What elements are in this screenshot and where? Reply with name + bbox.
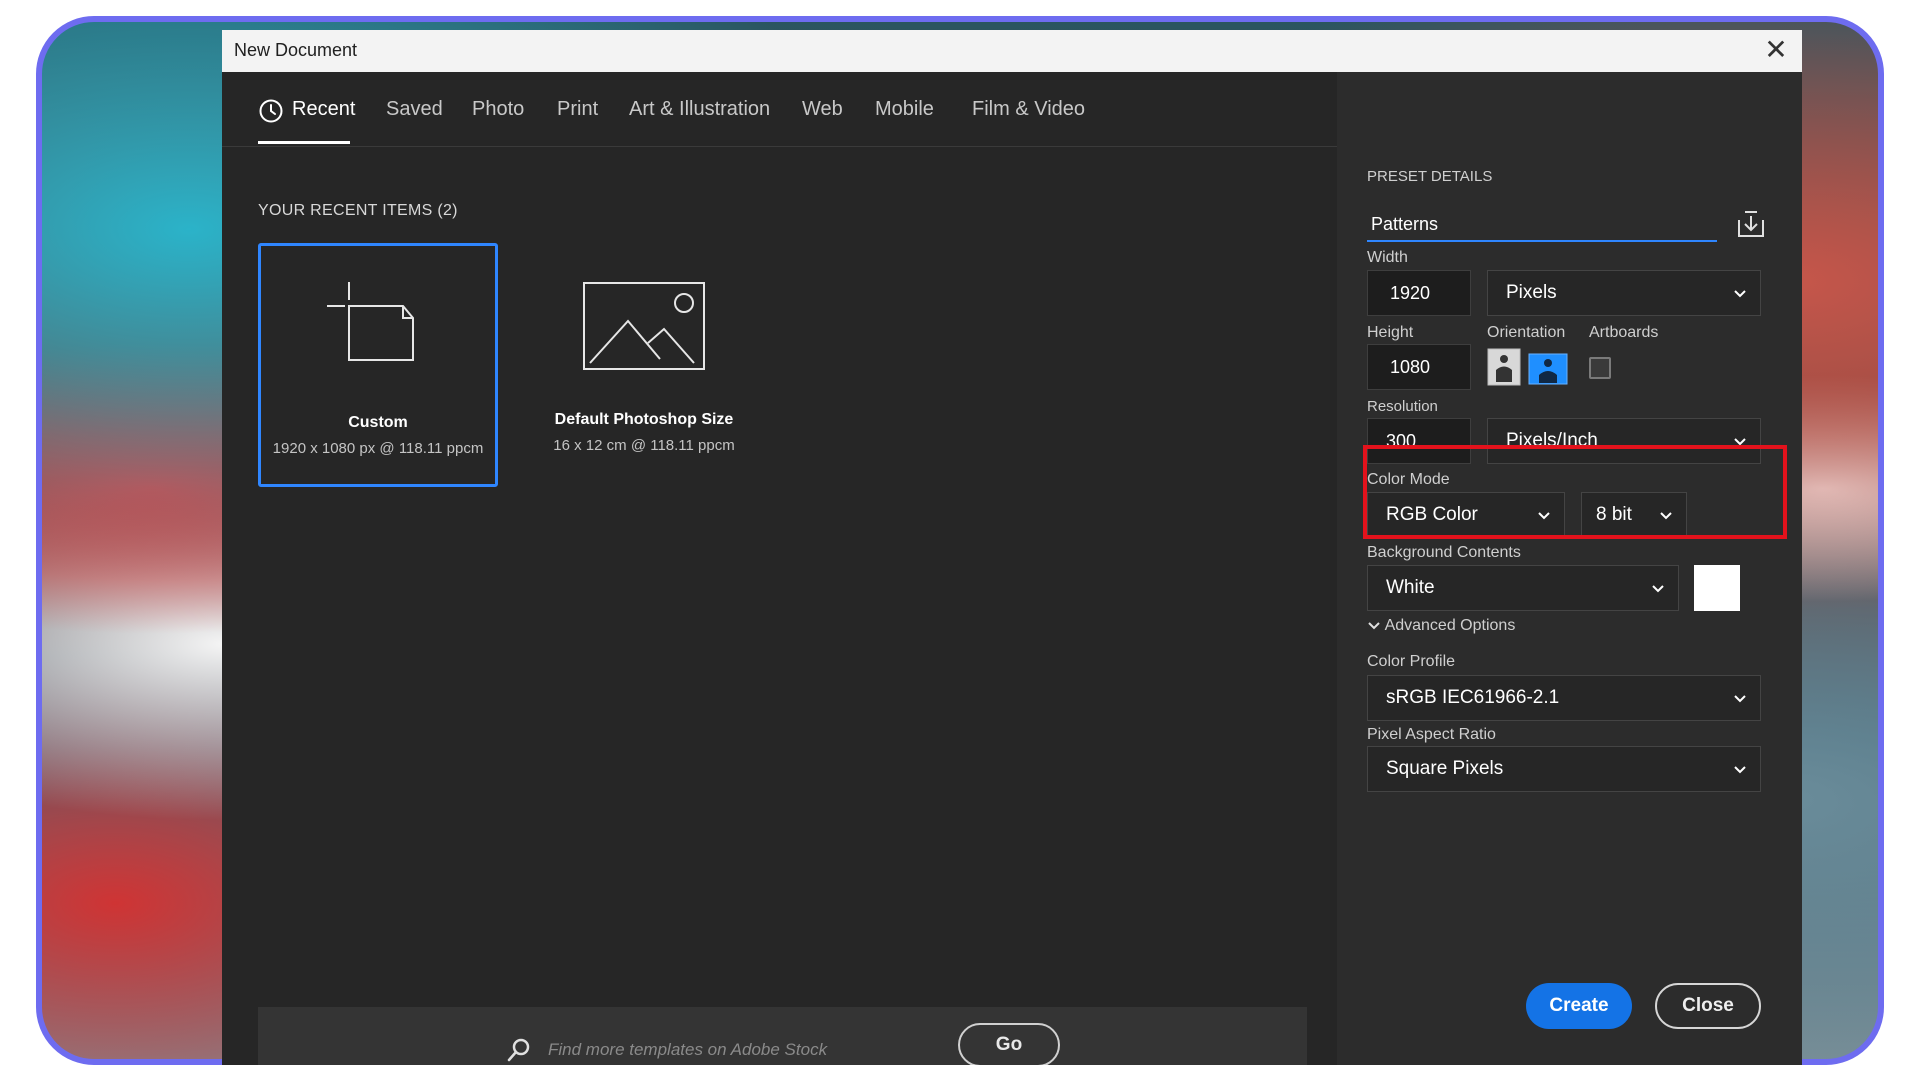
width-label: Width: [1367, 249, 1408, 266]
color-profile-label: Color Profile: [1367, 653, 1456, 670]
chevron-down-icon: [1368, 622, 1380, 630]
width-input[interactable]: 1920: [1367, 270, 1471, 316]
orientation-label: Orientation: [1487, 324, 1566, 341]
tab-film-video[interactable]: Film & Video: [972, 98, 1085, 121]
recent-item-custom[interactable]: Custom 1920 x 1080 px @ 118.11 ppcm: [258, 243, 498, 487]
chevron-down-icon: [1734, 766, 1746, 774]
height-input[interactable]: 1080: [1367, 344, 1471, 390]
pixel-aspect-ratio-value: Square Pixels: [1386, 758, 1504, 779]
color-profile-value: sRGB IEC61966-2.1: [1386, 687, 1560, 708]
active-tab-indicator: [258, 141, 350, 144]
color-profile-dropdown[interactable]: sRGB IEC61966-2.1: [1367, 675, 1761, 721]
background-contents-dropdown[interactable]: White: [1367, 565, 1679, 611]
tab-web[interactable]: Web: [802, 98, 843, 121]
chevron-down-icon: [1734, 695, 1746, 703]
category-tabs: Recent Saved Photo Print Art & Illustrat…: [222, 72, 1337, 147]
recent-item-default-photoshop-size[interactable]: Default Photoshop Size 16 x 12 cm @ 118.…: [524, 243, 764, 487]
portrait-orientation-icon[interactable]: [1487, 348, 1521, 386]
save-preset-icon[interactable]: [1735, 208, 1767, 240]
stock-search-input[interactable]: [546, 1033, 950, 1065]
resolution-highlight: [1363, 445, 1787, 539]
tab-photo[interactable]: Photo: [472, 98, 524, 121]
tab-art-illustration[interactable]: Art & Illustration: [629, 98, 770, 121]
advanced-options-label: Advanced Options: [1384, 617, 1516, 634]
background-contents-value: White: [1386, 577, 1435, 598]
search-icon: [507, 1038, 530, 1062]
recent-items-heading: YOUR RECENT ITEMS (2): [258, 202, 458, 219]
landscape-orientation-icon[interactable]: [1528, 348, 1568, 386]
go-button[interactable]: Go: [958, 1023, 1060, 1065]
resolution-label: Resolution: [1367, 398, 1438, 415]
recent-item-name: Default Photoshop Size: [554, 411, 734, 428]
recent-item-desc: 16 x 12 cm @ 118.11 ppcm: [553, 437, 735, 454]
create-button[interactable]: Create: [1526, 983, 1632, 1029]
preset-name-field[interactable]: Patterns: [1367, 206, 1717, 242]
preset-details-heading: PRESET DETAILS: [1367, 168, 1493, 185]
tab-recent[interactable]: Recent: [292, 98, 355, 121]
tab-print[interactable]: Print: [557, 98, 598, 121]
chevron-down-icon: [1652, 585, 1664, 593]
chevron-down-icon: [1734, 290, 1746, 298]
recent-items-panel: YOUR RECENT ITEMS (2) Custom 1920 x 1080…: [222, 147, 1337, 1065]
new-document-dialog: New Document ✕ Recent Saved Photo Print …: [222, 30, 1802, 1065]
recent-item-desc: 1920 x 1080 px @ 118.11 ppcm: [272, 440, 484, 457]
close-button[interactable]: Close: [1655, 983, 1761, 1029]
pixel-aspect-ratio-label: Pixel Aspect Ratio: [1367, 726, 1496, 743]
recent-item-name: Custom: [348, 414, 408, 431]
preset-details-panel: PRESET DETAILS Patterns Width 1920 Pixel…: [1337, 72, 1802, 1065]
artboards-label: Artboards: [1589, 324, 1659, 341]
image-placeholder-icon: [583, 282, 705, 370]
width-unit-value: Pixels: [1506, 282, 1557, 303]
tab-mobile[interactable]: Mobile: [875, 98, 934, 121]
dialog-title: New Document: [234, 40, 358, 60]
width-unit-dropdown[interactable]: Pixels: [1487, 270, 1761, 316]
artboards-checkbox[interactable]: [1589, 357, 1611, 379]
title-bar: New Document ✕: [222, 30, 1802, 72]
clock-icon: [259, 99, 283, 123]
background-contents-label: Background Contents: [1367, 544, 1521, 561]
custom-document-icon: [327, 282, 414, 361]
height-label: Height: [1367, 324, 1414, 341]
stock-search-bar: Go: [258, 1007, 1307, 1065]
advanced-options-toggle[interactable]: Advanced Options: [1367, 617, 1515, 635]
tab-saved[interactable]: Saved: [386, 98, 443, 121]
pixel-aspect-ratio-dropdown[interactable]: Square Pixels: [1367, 746, 1761, 792]
close-icon[interactable]: ✕: [1760, 34, 1792, 66]
background-color-swatch[interactable]: [1694, 565, 1740, 611]
